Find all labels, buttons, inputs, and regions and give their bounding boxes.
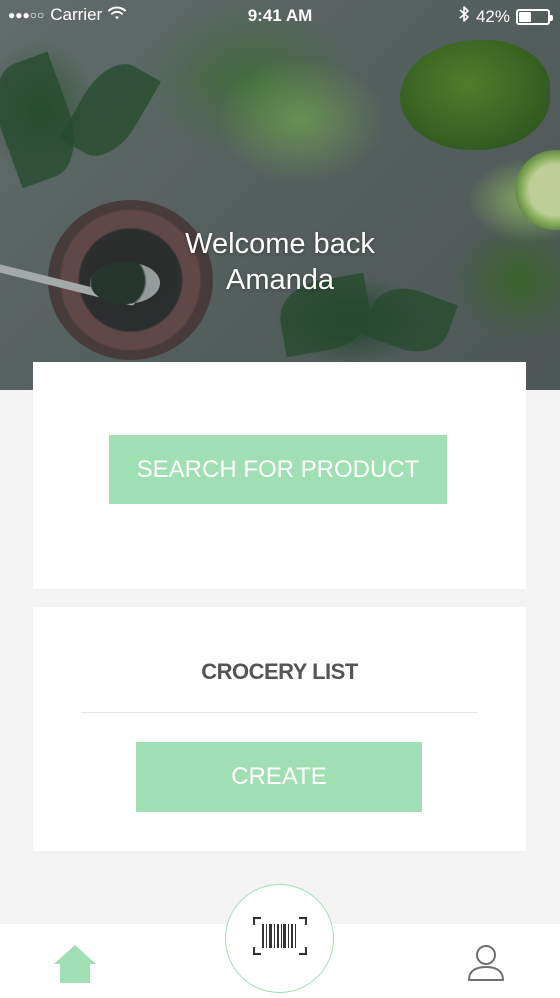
- battery-icon: [516, 8, 553, 25]
- welcome-message: Welcome back Amanda: [0, 226, 560, 298]
- search-product-button[interactable]: SEARCH FOR PRODUCT: [109, 435, 447, 504]
- user-name: Amanda: [225, 264, 334, 296]
- create-list-button[interactable]: CREATE: [136, 742, 422, 812]
- scan-barcode-button[interactable]: [225, 884, 334, 993]
- tab-profile[interactable]: [465, 942, 507, 984]
- hero-shade: [0, 0, 560, 390]
- user-icon: [465, 945, 507, 988]
- welcome-line: Welcome back: [185, 228, 375, 260]
- divider: [81, 712, 478, 713]
- tab-home[interactable]: [52, 942, 98, 986]
- battery-level: [519, 11, 531, 22]
- barcode-icon: [252, 916, 308, 961]
- hero-image: [0, 0, 560, 390]
- status-right: 42%: [459, 5, 553, 28]
- bluetooth-icon: [459, 5, 470, 28]
- grocery-list-title: CROCERY LIST: [201, 659, 358, 684]
- grocery-list-card: CROCERY LIST CREATE: [33, 607, 526, 851]
- battery-percent: 42%: [475, 6, 510, 26]
- home-icon: [52, 945, 98, 990]
- search-card: SEARCH FOR PRODUCT: [33, 362, 526, 589]
- status-bar: ●●●○○ Carrier 9:41 AM 42%: [0, 0, 560, 32]
